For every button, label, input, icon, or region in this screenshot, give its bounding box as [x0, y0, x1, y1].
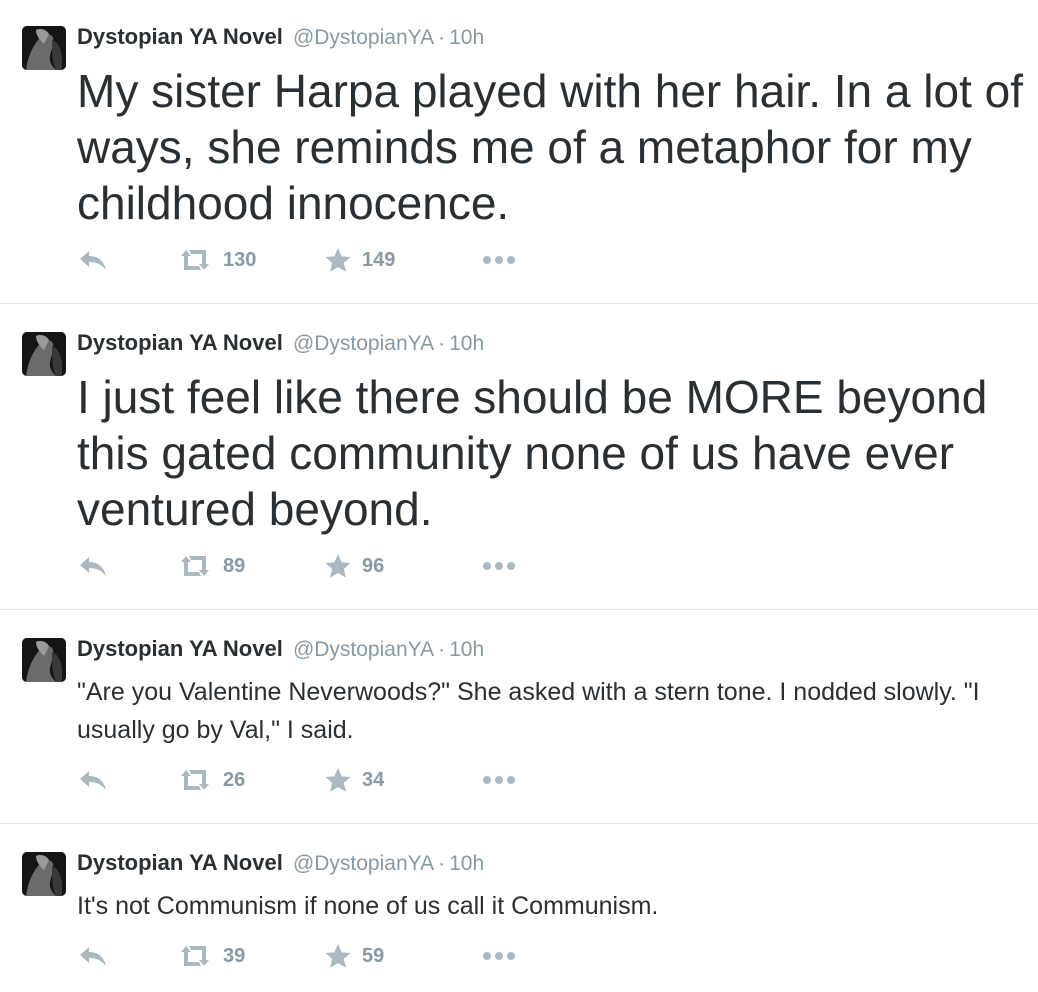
username[interactable]: @DystopianYA — [293, 852, 434, 875]
tweet-actions: 130 149 — [77, 245, 577, 275]
timestamp[interactable]: 10h — [449, 332, 484, 355]
favorite-button[interactable]: 59 — [324, 941, 384, 971]
more-icon — [483, 952, 515, 960]
avatar[interactable] — [22, 638, 66, 682]
retweet-icon — [181, 946, 209, 966]
star-icon — [325, 768, 351, 792]
retweet-button[interactable]: 89 — [177, 551, 245, 581]
reply-icon — [80, 947, 106, 966]
more-icon — [483, 562, 515, 570]
reply-button[interactable] — [77, 245, 109, 275]
separator-dot: · — [438, 852, 446, 875]
reply-icon — [80, 251, 106, 270]
reply-icon — [80, 771, 106, 790]
retweet-count: 130 — [223, 248, 257, 271]
display-name[interactable]: Dystopian YA Novel — [77, 636, 283, 661]
more-icon — [483, 776, 515, 784]
tweet-divider — [0, 303, 1038, 304]
retweet-button[interactable]: 39 — [177, 941, 245, 971]
favorite-button[interactable]: 34 — [324, 765, 384, 795]
favorite-button[interactable]: 96 — [324, 551, 384, 581]
retweet-icon — [181, 770, 209, 790]
username[interactable]: @DystopianYA — [293, 332, 434, 355]
timestamp[interactable]: 10h — [449, 638, 484, 661]
favorite-count: 59 — [362, 944, 385, 967]
tweet-text: I just feel like there should be MORE be… — [77, 371, 988, 535]
star-icon — [325, 554, 351, 578]
more-button[interactable] — [482, 551, 516, 581]
retweet-icon — [181, 250, 209, 270]
favorite-count: 34 — [362, 768, 385, 791]
star-icon — [325, 248, 351, 272]
separator-dot: · — [438, 638, 446, 661]
avatar[interactable] — [22, 26, 66, 70]
timestamp[interactable]: 10h — [449, 26, 484, 49]
tweet-divider — [0, 823, 1038, 824]
retweet-count: 39 — [223, 944, 246, 967]
retweet-button[interactable]: 130 — [177, 245, 256, 275]
username[interactable]: @DystopianYA — [293, 638, 434, 661]
retweet-count: 26 — [223, 768, 246, 791]
display-name[interactable]: Dystopian YA Novel — [77, 24, 283, 49]
tweet-text: "Are you Valentine Neverwoods?" She aske… — [77, 678, 980, 744]
retweet-button[interactable]: 26 — [177, 765, 245, 795]
separator-dot: · — [438, 26, 446, 49]
more-icon — [483, 256, 515, 264]
avatar[interactable] — [22, 332, 66, 376]
favorite-count: 149 — [362, 248, 396, 271]
more-button[interactable] — [482, 765, 516, 795]
separator-dot: · — [438, 332, 446, 355]
tweet-header: Dystopian YA Novel @DystopianYA · 10h — [77, 22, 484, 52]
tweet-header: Dystopian YA Novel @DystopianYA · 10h — [77, 634, 484, 664]
avatar[interactable] — [22, 852, 66, 896]
reply-icon — [80, 557, 106, 576]
more-button[interactable] — [482, 245, 516, 275]
tweet-divider — [0, 609, 1038, 610]
timestamp[interactable]: 10h — [449, 852, 484, 875]
tweet-header: Dystopian YA Novel @DystopianYA · 10h — [77, 328, 484, 358]
display-name[interactable]: Dystopian YA Novel — [77, 330, 283, 355]
favorite-count: 96 — [362, 554, 385, 577]
retweet-count: 89 — [223, 554, 246, 577]
retweet-icon — [181, 556, 209, 576]
display-name[interactable]: Dystopian YA Novel — [77, 850, 283, 875]
star-icon — [325, 944, 351, 968]
reply-button[interactable] — [77, 941, 109, 971]
tweet-text: My sister Harpa played with her hair. In… — [77, 65, 1023, 229]
tweet-actions: 39 59 — [77, 941, 577, 971]
favorite-button[interactable]: 149 — [324, 245, 395, 275]
tweet-header: Dystopian YA Novel @DystopianYA · 10h — [77, 848, 484, 878]
reply-button[interactable] — [77, 765, 109, 795]
username[interactable]: @DystopianYA — [293, 26, 434, 49]
more-button[interactable] — [482, 941, 516, 971]
reply-button[interactable] — [77, 551, 109, 581]
tweet-text: It's not Communism if none of us call it… — [77, 892, 659, 920]
tweet-actions: 89 96 — [77, 551, 577, 581]
tweet-actions: 26 34 — [77, 765, 577, 795]
